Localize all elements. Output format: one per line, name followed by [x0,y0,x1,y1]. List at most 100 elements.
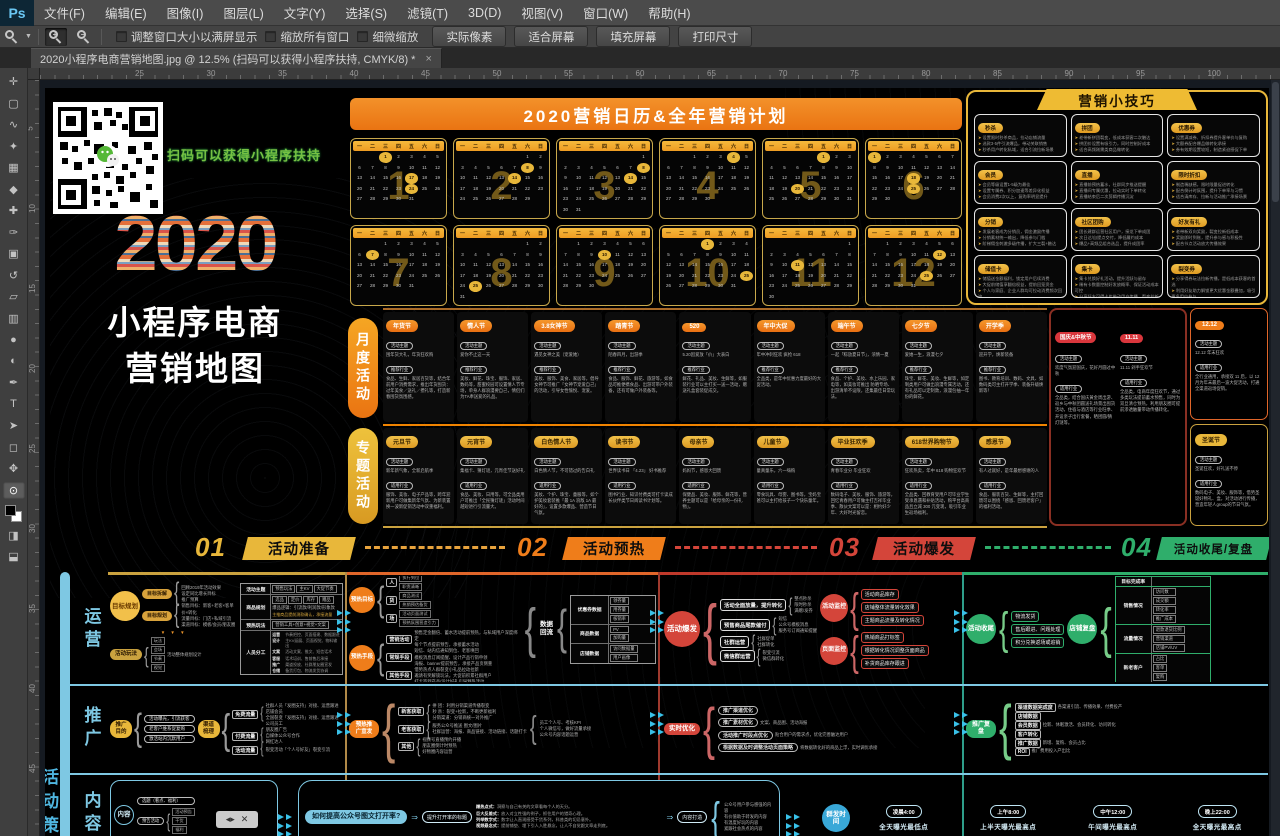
tip-card: 集卡➤集卡兑换好礼活动，提升活跃与留存➤稀有卡数量控制好发放概率、保证活动成本可… [1071,255,1164,298]
play-item: 视觉 [151,664,165,672]
role: 设计 [272,638,285,648]
date-cell: 14 [675,173,688,184]
flow-arrows [278,814,292,836]
date-cell: 20 [933,173,946,184]
ruler-number: 30 [207,69,216,78]
color-swatches[interactable] [5,505,22,522]
menu-item[interactable]: 帮助(H) [638,0,700,26]
zoom-tool-preset-icon[interactable] [4,29,19,44]
flow-arrows [954,712,968,735]
options-button[interactable]: 适合屏幕 [514,26,588,47]
checkbox[interactable] [357,31,368,42]
festival-card: 520活动主题5.20因爱放「价」大表白推荐行业鲜花、礼品、美妆、生鲜等，如服装… [679,312,750,422]
tip-line: ➤阶梯佣金刺激多级传播，扩大三裂+触达 [978,241,1063,247]
calendar-dates: 1234567891011121314151617181920212223242… [662,152,753,205]
vertical-scrollbar[interactable] [1271,80,1280,836]
date-cell: 27 [353,194,366,205]
healing-brush-tool[interactable]: ✚ [3,202,25,219]
eyedropper-tool[interactable]: ◆ [3,181,25,198]
phase-dashes [365,546,505,549]
date-cell: 7 [804,163,817,174]
menu-item[interactable]: 视图(V) [511,0,573,26]
zoom-out-mode-button[interactable]: − [73,28,95,46]
date-cell: 10 [598,250,611,261]
festival-title: 3.8女神节 [534,320,574,332]
theme-pill: 活动主题 [979,342,1006,350]
options-button[interactable]: 实际像素 [432,26,506,47]
tip-card: 拼团➤老带新拼团裂变，低成本获客二次触达➤拼团价设置有吸引力，同时控制好成本➤适… [1071,114,1164,157]
date-cell: 20 [662,184,675,195]
date-cell: 11 [469,260,482,271]
date-cell: 15 [701,260,714,271]
pen-tool[interactable]: ✒ [3,374,25,391]
date-cell: 2 [714,239,727,250]
bullet-icon: ➤ [1075,282,1079,287]
brace-decoration: { [174,603,179,629]
review-label: 新老客户 [1116,654,1152,682]
menu-item[interactable]: 选择(S) [335,0,397,26]
gradient-tool[interactable]: ▥ [3,310,25,327]
lasso-tool[interactable]: ∿ [3,116,25,133]
bullet-icon: ➤ [978,188,982,193]
card-christmas: 圣诞节活动主题圣诞狂欢，好礼送不停适用行业数码电子、美妆、服饰等，借势圣诞好物礼… [1190,424,1268,526]
phase-ribbon: 活动准备 [242,537,356,560]
dodge-tool[interactable]: ◐ [3,353,25,370]
menu-item[interactable]: 文件(F) [34,0,95,26]
eraser-tool[interactable]: ▱ [3,288,25,305]
zoom-in-mode-button[interactable]: + [45,28,67,46]
history-brush-tool[interactable]: ↺ [3,267,25,284]
tip-label: 裂变券 [1171,264,1202,274]
hand-tool[interactable]: ✥ [3,460,25,477]
review-cell: 复购 [1153,673,1168,681]
menu-item[interactable]: 编辑(E) [95,0,157,26]
menu-item[interactable]: 文字(Y) [274,0,336,26]
scrollbar-thumb[interactable] [1272,82,1279,202]
checkbox-group[interactable]: 调整窗口大小以满屏显示 [116,29,258,45]
checkbox-group[interactable]: 细微缩放 [357,29,418,45]
menu-item[interactable]: 3D(D) [458,0,511,26]
calendar-month: 一二三四五六日112345678910111213141516171819202… [350,138,447,219]
tool-preset-caret-icon[interactable]: ▼ [25,33,32,40]
plan-row-label: 活动主题 [241,584,271,594]
path-selection-tool[interactable]: ➤ [3,417,25,434]
canvas-viewport[interactable]: 扫码可以获得小程序扶持 2020 小程序电商 营销地图 2020营销日历&全年营… [40,80,1280,836]
type-tool[interactable]: T [3,396,25,413]
document-tab[interactable]: 2020小程序电商营销地图.jpg @ 12.5% (扫码可以获得小程序扶持, … [31,48,442,68]
blur-tool[interactable]: ● [3,331,25,348]
menu-item[interactable]: 滤镜(T) [397,0,458,26]
db-cell: 加购量 [610,634,629,642]
date-cell: 17 [727,260,740,271]
brush-tool[interactable]: ✑ [3,224,25,241]
mini-control-icon[interactable]: ✕ [241,815,249,824]
shape-tool[interactable]: ◻ [3,439,25,456]
tab-close-icon[interactable]: × [425,53,431,65]
menu-item[interactable]: 图像(I) [157,0,214,26]
mini-scroll-controls[interactable]: ◂▸ ✕ [216,811,258,828]
tip-line: ➤直播结束后二次剪辑传播沉淀 [1075,194,1160,200]
crop-tool[interactable]: ▦ [3,159,25,176]
plan-cell: 主KV [296,585,312,593]
marquee-tool[interactable]: ▢ [3,95,25,112]
options-button[interactable]: 打印尺寸 [678,26,752,47]
theme-pill: 活动主题 [831,342,858,350]
date-cell: 5 [431,239,444,250]
menu-item[interactable]: 图层(L) [213,0,273,26]
qr-code [53,102,163,214]
clone-stamp-tool[interactable]: ▣ [3,245,25,262]
mini-control-icon[interactable]: ◂▸ [226,815,235,824]
ruler-number: 40 [350,69,359,78]
checkbox[interactable] [116,31,127,42]
review-cell: 访问数 [1153,588,1176,596]
brace-decoration: { [144,643,149,665]
menu-item[interactable]: 窗口(W) [573,0,638,26]
quick-mask-button[interactable]: ◨ [3,527,25,544]
options-button[interactable]: 填充屏幕 [596,26,670,47]
checkbox-group[interactable]: 缩放所有窗口 [265,29,349,45]
photoshop-logo-icon[interactable]: Ps [0,0,34,26]
checkbox[interactable] [265,31,276,42]
move-tool[interactable]: ✛ [3,73,25,90]
calendar-month: 一二三四五六日212345678910111213141516171819202… [453,138,550,219]
quick-selection-tool[interactable]: ✦ [3,138,25,155]
zoom-tool[interactable]: ⊙ [3,482,25,499]
screen-mode-button[interactable]: ⬓ [3,548,25,565]
